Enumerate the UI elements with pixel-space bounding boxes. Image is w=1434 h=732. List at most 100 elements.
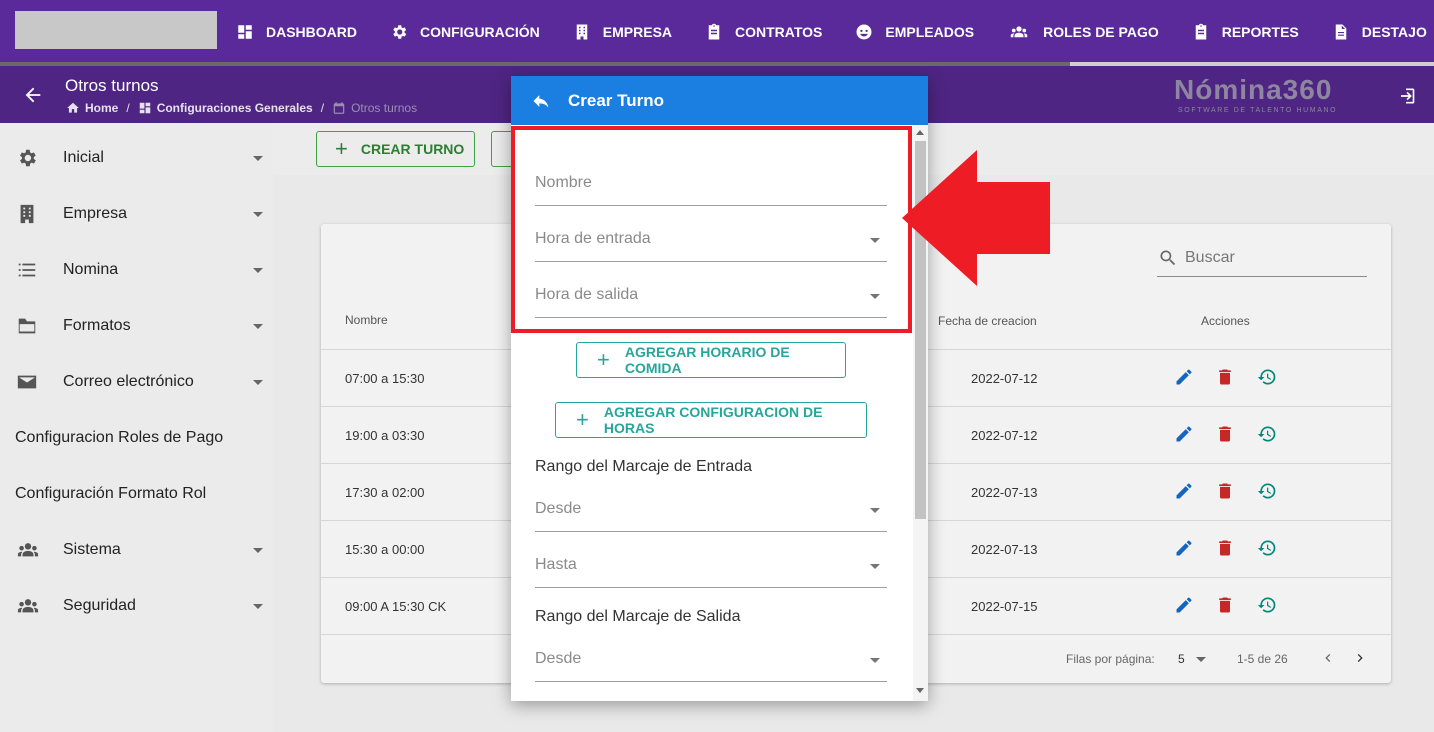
nav-configuracion[interactable]: CONFIGURACIÓN [390, 23, 540, 41]
nav-empleados-label: EMPLEADOS [885, 24, 975, 40]
delete-icon[interactable] [1215, 595, 1235, 615]
chevron-down-icon [253, 155, 263, 161]
edit-icon[interactable] [1174, 481, 1194, 501]
scroll-up-arrow-icon[interactable] [916, 130, 924, 135]
logout-icon[interactable] [1396, 86, 1416, 106]
breadcrumb-configuraciones[interactable]: Configuraciones Generales [157, 101, 313, 115]
entry-desde-placeholder: Desde [535, 500, 582, 517]
back-arrow-icon[interactable] [22, 84, 44, 106]
nav-contratos[interactable]: CONTRATOS [705, 23, 822, 41]
sidebar-item-sistema[interactable]: Sistema [0, 522, 273, 578]
entry-desde-select[interactable]: Desde [535, 496, 887, 532]
exit-desde-select[interactable]: Desde [535, 646, 887, 682]
nav-empresa[interactable]: EMPRESA [573, 23, 672, 41]
history-icon[interactable] [1257, 367, 1277, 387]
delete-icon[interactable] [1215, 481, 1235, 501]
highlight-box [511, 126, 912, 333]
cell-fecha: 2022-07-12 [971, 371, 1038, 386]
calendar-icon [333, 102, 345, 114]
company-logo[interactable] [15, 11, 217, 49]
plus-icon: + [335, 136, 348, 161]
face-icon [856, 24, 872, 40]
rows-per-page-select[interactable]: 5 [1178, 652, 1185, 666]
nav-destajo-label: DESTAJO [1361, 24, 1427, 40]
sidebar-item-label: Configuración Formato Rol [15, 485, 207, 502]
edit-icon[interactable] [1174, 595, 1194, 615]
history-icon[interactable] [1257, 538, 1277, 558]
sidebar-item-label: Formatos [63, 317, 131, 334]
history-icon[interactable] [1257, 424, 1277, 444]
create-shift-button[interactable]: + CREAR TURNO [316, 131, 475, 167]
column-header-fecha[interactable]: Fecha de creacion [938, 314, 1037, 328]
chevron-down-icon[interactable] [1196, 657, 1206, 662]
scroll-down-arrow-icon[interactable] [916, 688, 924, 693]
dropdown-arrow-icon [870, 508, 880, 513]
nav-dashboard[interactable]: DASHBOARD [236, 23, 357, 41]
group-icon [17, 543, 39, 557]
sidebar-item-config-formato[interactable]: Configuración Formato Rol [0, 466, 273, 522]
sidebar-item-label: Configuracion Roles de Pago [15, 429, 224, 446]
cell-nombre: 19:00 a 03:30 [345, 428, 425, 443]
cell-fecha: 2022-07-13 [971, 485, 1038, 500]
cell-nombre: 15:30 a 00:00 [345, 542, 425, 557]
sidebar-item-formatos[interactable]: Formatos [0, 298, 273, 354]
delete-icon[interactable] [1215, 367, 1235, 387]
delete-icon[interactable] [1215, 538, 1235, 558]
rows-per-page-label: Filas por página: [1066, 652, 1155, 666]
add-hours-config-button[interactable]: + AGREGAR CONFIGURACION DE HORAS [555, 402, 867, 438]
chevron-right-icon[interactable] [1352, 650, 1368, 666]
chevron-down-icon [253, 211, 263, 217]
sidebar-item-correo[interactable]: Correo electrónico [0, 354, 273, 410]
breadcrumb-home[interactable]: Home [85, 101, 118, 115]
column-header-nombre[interactable]: Nombre [345, 313, 388, 327]
dropdown-arrow-icon [870, 564, 880, 569]
red-arrow-icon [902, 150, 1050, 286]
nav-empleados[interactable]: EMPLEADOS [855, 23, 974, 41]
search-icon [1160, 250, 1176, 266]
brand-tagline: SOFTWARE DE TALENTO HUMANO [1178, 107, 1338, 114]
group-icon [17, 599, 39, 613]
edit-icon[interactable] [1174, 538, 1194, 558]
search-placeholder: Buscar [1185, 249, 1235, 266]
nav-roles-de-pago[interactable]: ROLES DE PAGO [1007, 23, 1159, 41]
nav-destajo[interactable]: DESTAJO [1332, 23, 1427, 41]
search-input[interactable]: Buscar [1157, 244, 1367, 277]
breadcrumb-current: Otros turnos [351, 101, 418, 115]
nav-configuracion-label: CONFIGURACIÓN [420, 24, 540, 40]
add-meal-schedule-button[interactable]: + AGREGAR HORARIO DE COMIDA [576, 342, 846, 378]
list-icon [18, 263, 36, 277]
nav-reportes-label: REPORTES [1221, 24, 1299, 40]
dashboard-icon [238, 25, 252, 39]
sidebar-item-nomina[interactable]: Nomina [0, 242, 273, 298]
entry-hasta-select[interactable]: Hasta [535, 552, 887, 588]
add-meal-schedule-label: AGREGAR HORARIO DE COMIDA [624, 344, 790, 376]
delete-icon[interactable] [1215, 424, 1235, 444]
sidebar-item-seguridad[interactable]: Seguridad [0, 578, 273, 634]
chevron-left-icon[interactable] [1320, 650, 1336, 666]
sidebar-item-empresa[interactable]: Empresa [0, 186, 273, 242]
entry-range-label: Rango del Marcaje de Entrada [535, 458, 753, 475]
reply-icon[interactable] [531, 91, 551, 111]
top-navbar: DASHBOARD CONFIGURACIÓN EMPRESA CONTRATO… [0, 0, 1434, 66]
edit-icon[interactable] [1174, 424, 1194, 444]
nav-dashboard-label: DASHBOARD [266, 24, 357, 40]
clipboard-icon [708, 23, 720, 40]
nav-reportes[interactable]: REPORTES [1192, 23, 1299, 41]
column-header-acciones: Acciones [1201, 314, 1250, 328]
sidebar-item-label: Nomina [63, 261, 119, 278]
sidebar-item-label: Inicial [63, 149, 104, 166]
sidebar-item-inicial[interactable]: Inicial [0, 130, 273, 186]
building-icon [576, 24, 588, 40]
sidebar-item-config-roles[interactable]: Configuracion Roles de Pago [0, 410, 273, 466]
edit-icon[interactable] [1174, 367, 1194, 387]
sidebar-item-label: Seguridad [63, 597, 136, 614]
history-icon[interactable] [1257, 481, 1277, 501]
page-title: Otros turnos [65, 76, 159, 95]
exit-range-label: Rango del Marcaje de Salida [535, 608, 741, 625]
history-icon[interactable] [1257, 595, 1277, 615]
exit-desde-placeholder: Desde [535, 650, 582, 667]
cell-fecha: 2022-07-12 [971, 428, 1038, 443]
building-icon [20, 204, 34, 224]
gear-icon [20, 149, 36, 167]
document-icon [1335, 24, 1346, 40]
